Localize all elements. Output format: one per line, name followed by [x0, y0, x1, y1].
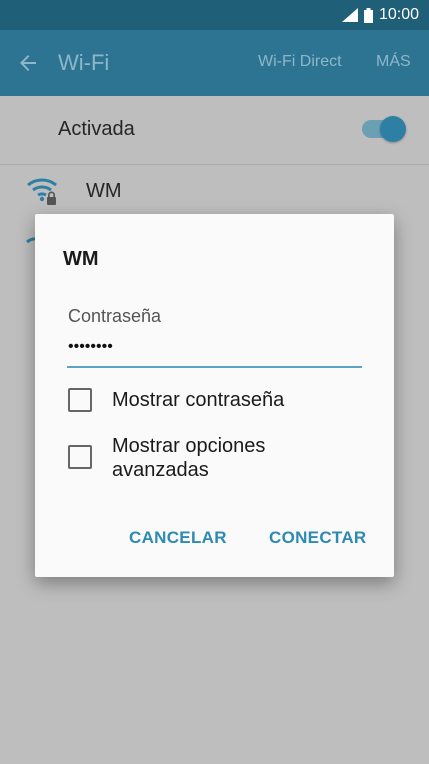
cancel-button[interactable]: CANCELAR	[129, 528, 227, 548]
connect-button[interactable]: CONECTAR	[269, 528, 366, 548]
signal-icon	[341, 8, 358, 22]
show-password-row[interactable]: Mostrar contraseña	[68, 388, 284, 412]
show-password-checkbox[interactable]	[68, 388, 92, 412]
status-bar: 10:00	[0, 0, 429, 30]
password-label: Contraseña	[68, 306, 162, 326]
password-value: ••••••••	[68, 338, 113, 355]
show-password-label: Mostrar contraseña	[112, 389, 285, 411]
more-button[interactable]: MÁS	[376, 53, 411, 71]
wifi-direct-button[interactable]: Wi-Fi Direct	[258, 53, 342, 71]
battery-icon	[363, 7, 373, 23]
page-title: Wi-Fi	[58, 50, 110, 75]
app-bar: Wi-Fi Wi-Fi Direct MÁS	[0, 30, 429, 96]
show-advanced-checkbox[interactable]	[68, 445, 92, 469]
network-name: WM	[86, 180, 122, 202]
show-advanced-label: Mostrar opciones avanzadas	[112, 435, 266, 481]
back-arrow-icon[interactable]	[16, 51, 40, 80]
wifi-locked-icon	[26, 177, 60, 212]
toggle-thumb[interactable]	[380, 116, 406, 142]
toggle-label: Activada	[58, 118, 135, 140]
show-advanced-row[interactable]: Mostrar opciones avanzadas	[68, 434, 312, 482]
wifi-password-dialog: WM Contraseña •••••••• Mostrar contraseñ…	[35, 214, 394, 577]
dialog-title: WM	[63, 248, 99, 270]
clock: 10:00	[378, 6, 419, 23]
wifi-toggle-row[interactable]: Activada	[0, 96, 429, 165]
